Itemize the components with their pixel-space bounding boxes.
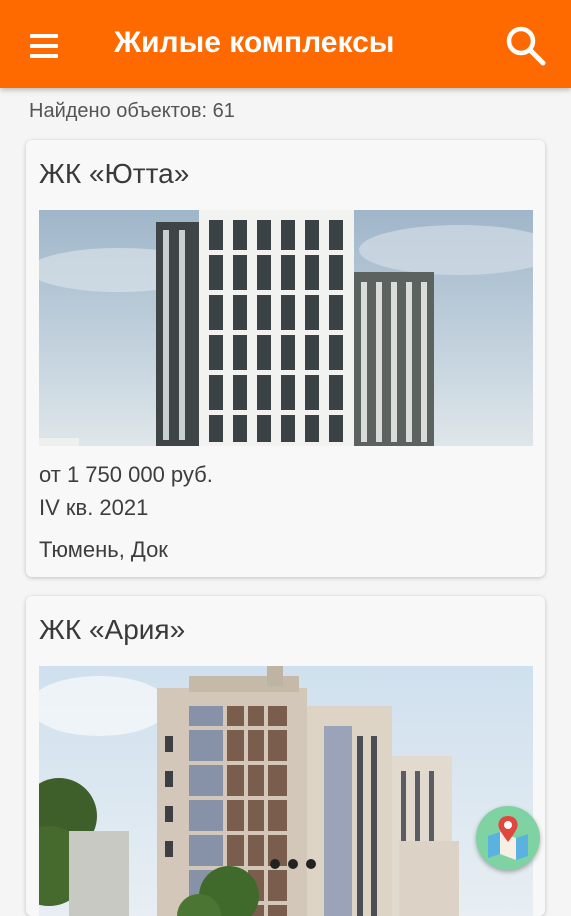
carousel-dot	[270, 859, 280, 869]
map-icon	[488, 816, 528, 860]
building-photo	[39, 210, 533, 446]
map-button[interactable]	[476, 806, 540, 870]
menu-icon-line	[30, 34, 58, 38]
carousel-dot	[288, 859, 298, 869]
search-icon	[506, 26, 546, 66]
menu-button[interactable]	[22, 28, 66, 64]
results-count: Найдено объектов: 61	[29, 100, 235, 122]
card-title: ЖК «Ария»	[39, 614, 186, 645]
carousel-indicator	[270, 856, 324, 869]
card-price: от 1 750 000 руб.	[39, 462, 213, 487]
complex-card[interactable]: ЖК «Ютта» от 1 750 000 руб. IV кв. 2021 …	[26, 140, 545, 577]
menu-icon-line	[30, 54, 58, 58]
building-photo	[39, 666, 533, 916]
page-title: Жилые комплексы	[114, 26, 395, 59]
search-button[interactable]	[502, 22, 550, 68]
menu-icon-line	[30, 44, 58, 48]
card-title: ЖК «Ютта»	[39, 158, 190, 189]
app-bar: Жилые комплексы	[0, 0, 571, 88]
card-completion-date: IV кв. 2021	[39, 495, 149, 520]
card-location: Тюмень, Док	[39, 537, 168, 562]
carousel-dot	[306, 859, 316, 869]
complex-card[interactable]: ЖК «Ария»	[26, 596, 545, 916]
